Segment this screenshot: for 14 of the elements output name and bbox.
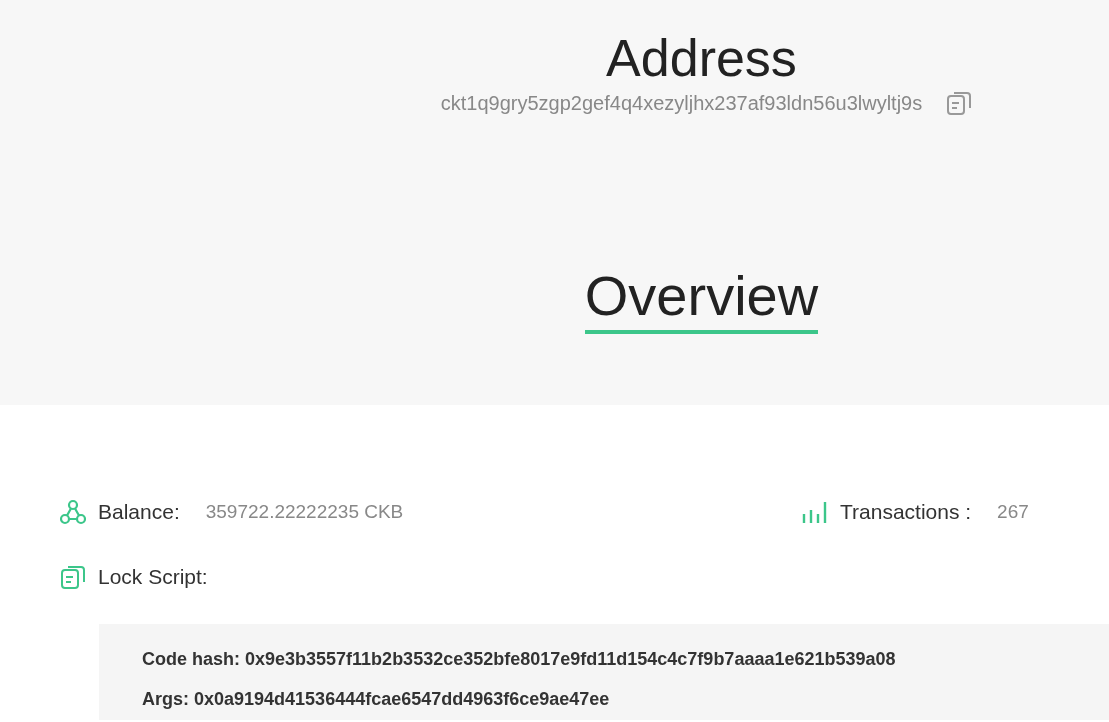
transactions-value: 267 bbox=[997, 501, 1029, 523]
lock-script-label: Lock Script: bbox=[98, 565, 208, 589]
script-icon bbox=[60, 564, 86, 590]
script-line: Code hash: 0x9e3b3557f11b2b3532ce352bfe8017e9fd11d154c4c7f9b7aaaa1e621b539a08 bbox=[142, 648, 897, 670]
copy-icon[interactable] bbox=[946, 90, 973, 116]
bar-chart-icon bbox=[802, 500, 828, 524]
section-title: Overview bbox=[584, 266, 819, 334]
balance-label: Balance: bbox=[98, 500, 180, 524]
page-title: Address bbox=[606, 28, 797, 88]
address-hash: ckt1q9gry5zgp2gef4q4xezyljhx237af93ldn56u3lwyltj9s bbox=[440, 91, 923, 115]
balance-value: 359722.22222235 CKB bbox=[205, 501, 404, 523]
script-line: Args: 0x0a9194d41536444fcae6547dd4963f6ce9ae47ee bbox=[142, 688, 611, 710]
transactions-label: Transactions : bbox=[840, 500, 972, 524]
nodes-icon bbox=[60, 499, 86, 525]
